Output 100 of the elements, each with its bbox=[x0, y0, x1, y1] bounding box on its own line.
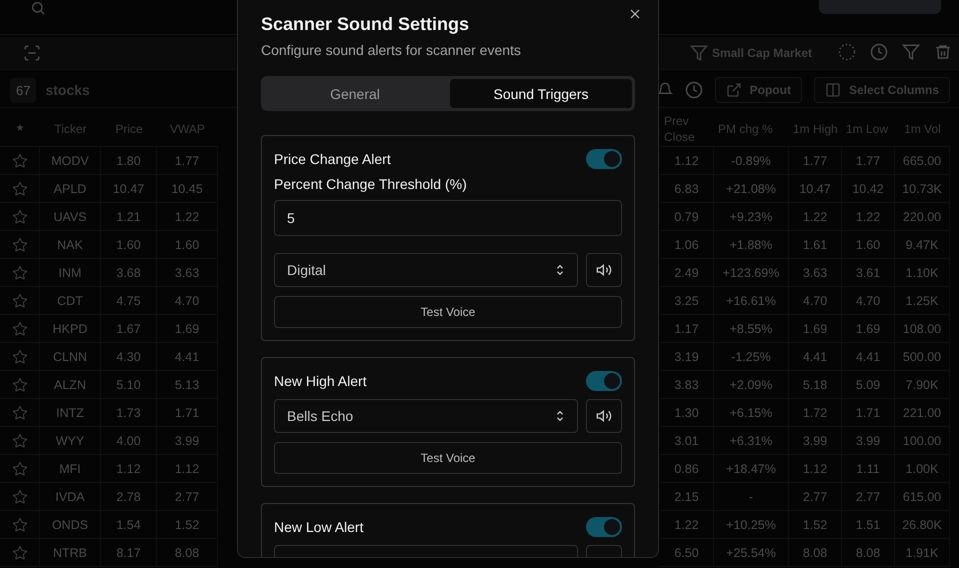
star-icon[interactable] bbox=[12, 516, 28, 532]
table-cell: 665.00 bbox=[902, 154, 942, 168]
table-cell: 1.71 bbox=[856, 406, 880, 420]
table-cell: 1.52 bbox=[174, 518, 200, 532]
sound-select[interactable]: Digital bbox=[274, 253, 578, 287]
test-voice-button[interactable]: Test Voice bbox=[274, 442, 622, 474]
table-cell: INTZ bbox=[56, 406, 84, 420]
table-cell: 3.99 bbox=[802, 434, 828, 448]
table-cell: 1.22 bbox=[802, 210, 828, 224]
table-cell: 8.08 bbox=[174, 546, 200, 560]
table-cell: CDT bbox=[57, 294, 83, 308]
alert-title: Price Change Alert bbox=[274, 151, 391, 167]
star-icon[interactable] bbox=[12, 208, 28, 224]
alert-title: New High Alert bbox=[274, 373, 367, 389]
table-cell: CLNN bbox=[52, 350, 88, 364]
star-icon[interactable] bbox=[12, 236, 28, 252]
table-cell: 1.54 bbox=[116, 518, 141, 532]
star-icon[interactable] bbox=[12, 544, 28, 560]
table-cell: IVDA bbox=[55, 490, 85, 504]
table-cell: +1.88% bbox=[730, 238, 772, 252]
star-icon[interactable] bbox=[12, 320, 28, 336]
table-cell: 0.79 bbox=[674, 210, 699, 224]
table-cell: 1.22 bbox=[674, 518, 699, 532]
star-icon[interactable] bbox=[12, 264, 28, 280]
table-cell: 4.70 bbox=[856, 294, 880, 308]
table-cell: 1.72 bbox=[802, 406, 828, 420]
table-cell: 5.10 bbox=[116, 378, 141, 392]
table-cell: 26.80K bbox=[902, 518, 942, 532]
tab[interactable]: Sound Triggers bbox=[450, 79, 632, 108]
table-cell: 615.00 bbox=[902, 490, 942, 504]
table-cell: 1.67 bbox=[116, 322, 141, 336]
external-link-icon bbox=[726, 82, 742, 98]
table-cell: +25.54% bbox=[726, 546, 776, 560]
table-cell: 4.70 bbox=[174, 294, 200, 308]
toggle-switch[interactable] bbox=[586, 517, 622, 537]
table-cell: 2.49 bbox=[674, 266, 699, 280]
table-cell: ALZN bbox=[54, 378, 86, 392]
test-voice-button[interactable]: Test Voice bbox=[274, 296, 622, 328]
table-cell: 7.90K bbox=[906, 378, 938, 392]
table-cell: 3.99 bbox=[856, 434, 880, 448]
table-cell: 4.00 bbox=[116, 434, 141, 448]
table-cell: 1.21 bbox=[116, 210, 141, 224]
alert-title: New Low Alert bbox=[274, 519, 364, 535]
table-cell: 1.12 bbox=[674, 154, 699, 168]
table-cell: 1.22 bbox=[174, 210, 200, 224]
clock-icon[interactable] bbox=[870, 42, 888, 60]
tab[interactable]: General bbox=[264, 79, 446, 108]
table-cell: 1.17 bbox=[674, 322, 699, 336]
table-cell: 0.86 bbox=[674, 462, 699, 476]
table-cell: 1.73 bbox=[116, 406, 141, 420]
table-cell: 1.60 bbox=[116, 238, 141, 252]
table-cell: 1.12 bbox=[174, 462, 200, 476]
scan-icon[interactable] bbox=[23, 44, 41, 62]
star-icon[interactable] bbox=[12, 376, 28, 392]
filter-icon[interactable] bbox=[690, 44, 708, 62]
star-icon[interactable] bbox=[12, 432, 28, 448]
table-cell: 1.61 bbox=[802, 238, 828, 252]
table-cell: 10.47 bbox=[799, 182, 831, 196]
table-cell: 2.15 bbox=[674, 490, 699, 504]
table-cell: 1.12 bbox=[116, 462, 141, 476]
table-cell: 100.00 bbox=[902, 434, 942, 448]
table-cell: 1.00K bbox=[906, 462, 938, 476]
table-cell: 3.99 bbox=[174, 434, 200, 448]
star-icon[interactable] bbox=[12, 460, 28, 476]
star-icon[interactable] bbox=[12, 292, 28, 308]
chevron-up-down-icon bbox=[555, 264, 565, 276]
table-cell: 10.47 bbox=[112, 182, 144, 196]
star-icon[interactable] bbox=[12, 404, 28, 420]
speaker-icon bbox=[596, 262, 612, 278]
trash-icon[interactable] bbox=[934, 42, 952, 60]
table-cell: 2.77 bbox=[856, 490, 880, 504]
table-cell: UAVS bbox=[53, 210, 87, 224]
star-icon[interactable] bbox=[12, 152, 28, 168]
toggle-switch[interactable] bbox=[586, 371, 622, 391]
header-button[interactable] bbox=[819, 0, 941, 14]
table-cell: 4.41 bbox=[856, 350, 880, 364]
table-cell: 500.00 bbox=[902, 350, 942, 364]
table-cell: 5.13 bbox=[174, 378, 200, 392]
star-icon[interactable] bbox=[12, 348, 28, 364]
field-label: Percent Change Threshold (%) bbox=[274, 175, 468, 194]
table-cell: INM bbox=[58, 266, 82, 280]
threshold-input[interactable]: 5 bbox=[274, 200, 622, 236]
column-header: ★ bbox=[0, 111, 40, 147]
star-icon[interactable] bbox=[12, 488, 28, 504]
sound-select[interactable]: Bells Echo bbox=[274, 399, 578, 433]
search-icon[interactable] bbox=[30, 0, 46, 16]
table-cell: 2.77 bbox=[174, 490, 200, 504]
close-icon[interactable] bbox=[629, 8, 641, 20]
dashed-circle-icon[interactable] bbox=[838, 42, 856, 60]
table-cell: +8.55% bbox=[730, 322, 772, 336]
table-cell: 3.68 bbox=[116, 266, 141, 280]
speaker-icon bbox=[596, 408, 612, 424]
star-icon[interactable] bbox=[12, 180, 28, 196]
clock-icon[interactable] bbox=[684, 81, 703, 99]
table-cell: 3.19 bbox=[674, 350, 699, 364]
table-cell: +21.08% bbox=[726, 182, 776, 196]
table-cell: 1.77 bbox=[174, 154, 200, 168]
toggle-switch[interactable] bbox=[586, 149, 622, 169]
table-cell: 1.30 bbox=[674, 406, 699, 420]
filter-icon[interactable] bbox=[902, 42, 920, 60]
